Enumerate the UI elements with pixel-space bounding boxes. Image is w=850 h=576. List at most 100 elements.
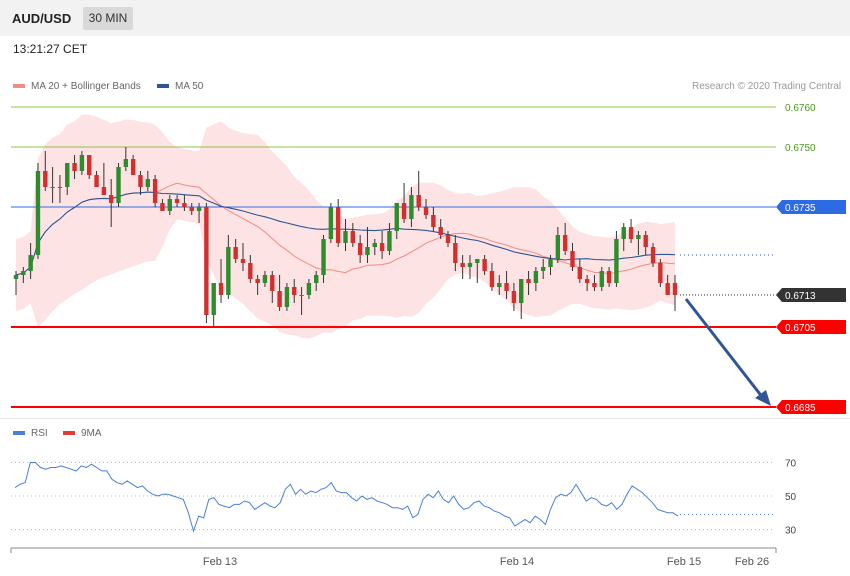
price-label-0.6713: 0.6713 xyxy=(785,291,816,302)
price-label-0.6760: 0.6760 xyxy=(785,103,816,114)
candle-body xyxy=(28,255,33,271)
candle-body xyxy=(240,259,246,263)
rsi-tick-50: 50 xyxy=(785,492,797,503)
candle-body xyxy=(577,267,583,279)
candle-body xyxy=(108,195,114,203)
candle-body xyxy=(50,187,55,188)
rsi-line xyxy=(14,462,679,533)
candle-body xyxy=(672,283,678,295)
forecast-arrow xyxy=(684,298,765,399)
candle-body xyxy=(189,207,194,211)
candle-body xyxy=(497,283,502,287)
candle-body xyxy=(541,267,546,271)
candle-body xyxy=(372,243,377,247)
candle-body xyxy=(284,287,290,307)
candle-body xyxy=(233,247,238,259)
price-label-0.6735: 0.6735 xyxy=(785,203,816,214)
candle-body xyxy=(394,203,399,231)
candle-body xyxy=(519,279,524,303)
price-label-0.6750: 0.6750 xyxy=(785,143,816,154)
candle-body xyxy=(592,283,597,287)
candle-body xyxy=(460,263,465,267)
candle-body xyxy=(299,295,304,296)
candle-body xyxy=(555,235,561,259)
candle-body xyxy=(87,155,92,175)
candle-body xyxy=(182,203,187,207)
candle-body xyxy=(43,171,48,187)
x-tick-label: Feb 15 xyxy=(667,556,701,568)
candle-body xyxy=(599,271,604,287)
candle-body xyxy=(467,263,473,267)
candle-body xyxy=(658,263,663,283)
candle-body xyxy=(35,171,41,255)
candle-body xyxy=(248,263,253,279)
rsi-tick-30: 30 xyxy=(785,526,797,537)
candle-body xyxy=(262,275,268,283)
candle-body xyxy=(628,227,634,239)
candle-body xyxy=(204,207,209,315)
candle-body xyxy=(174,199,180,203)
candle-body xyxy=(438,227,443,235)
price-label-0.6705: 0.6705 xyxy=(785,323,816,334)
candle-body xyxy=(614,239,619,283)
price-chart[interactable]: 0.6760 0.6750 0.6735 0.6713 0.6705 0.6685 70 50… xyxy=(0,0,850,576)
candle-body xyxy=(357,243,363,255)
candle-body xyxy=(621,227,626,239)
candle-body xyxy=(445,235,451,243)
candle-body xyxy=(79,155,85,171)
candle-body xyxy=(511,291,517,303)
candle-body xyxy=(562,235,568,251)
candle-body xyxy=(116,167,121,203)
candle-body xyxy=(643,235,648,247)
candle-body xyxy=(475,259,480,263)
candle-body xyxy=(343,231,348,243)
candle-body xyxy=(570,251,575,267)
candle-body xyxy=(526,279,531,283)
x-tick-label: Feb 13 xyxy=(203,556,237,568)
candle-body xyxy=(423,207,429,215)
rsi-tick-70: 70 xyxy=(785,459,797,470)
candle-body xyxy=(270,275,275,291)
candle-body xyxy=(431,215,436,227)
candle-body xyxy=(277,291,282,307)
candle-body xyxy=(167,199,172,211)
candle-body xyxy=(72,163,77,171)
candle-body xyxy=(379,243,385,251)
candle-body xyxy=(160,203,165,211)
x-tick-label: Feb 26 xyxy=(735,556,769,568)
candle-body xyxy=(94,175,99,187)
candle-body xyxy=(453,243,458,263)
candle-body xyxy=(328,207,334,239)
candle-body xyxy=(152,179,158,203)
candle-body xyxy=(65,163,70,187)
candle-body xyxy=(321,239,326,275)
price-label-0.6685: 0.6685 xyxy=(785,403,816,414)
candle-body xyxy=(387,231,392,251)
candle-body xyxy=(665,283,670,295)
candle-body xyxy=(335,207,341,243)
candle-body xyxy=(101,187,107,195)
candle-body xyxy=(489,271,495,287)
candle-body xyxy=(606,271,612,283)
candle-body xyxy=(145,179,150,187)
candle-body xyxy=(548,259,553,267)
candle-body xyxy=(504,283,509,291)
candle-body xyxy=(218,283,224,295)
candle-body xyxy=(211,283,216,315)
candle-body xyxy=(196,207,202,211)
x-tick-label: Feb 14 xyxy=(500,556,534,568)
candle-body xyxy=(57,187,63,188)
candle-body xyxy=(123,159,129,167)
candle-body xyxy=(409,195,414,219)
candle-body xyxy=(636,235,641,239)
candle-body xyxy=(650,247,656,263)
candle-body xyxy=(365,247,370,255)
candle-body xyxy=(416,195,421,207)
candle-body xyxy=(584,279,590,283)
candle-body xyxy=(482,259,487,271)
candle-body xyxy=(255,279,260,283)
candle-body xyxy=(226,247,231,295)
candle-body xyxy=(21,271,26,275)
candle-body xyxy=(292,287,297,295)
candle-body xyxy=(306,283,312,295)
